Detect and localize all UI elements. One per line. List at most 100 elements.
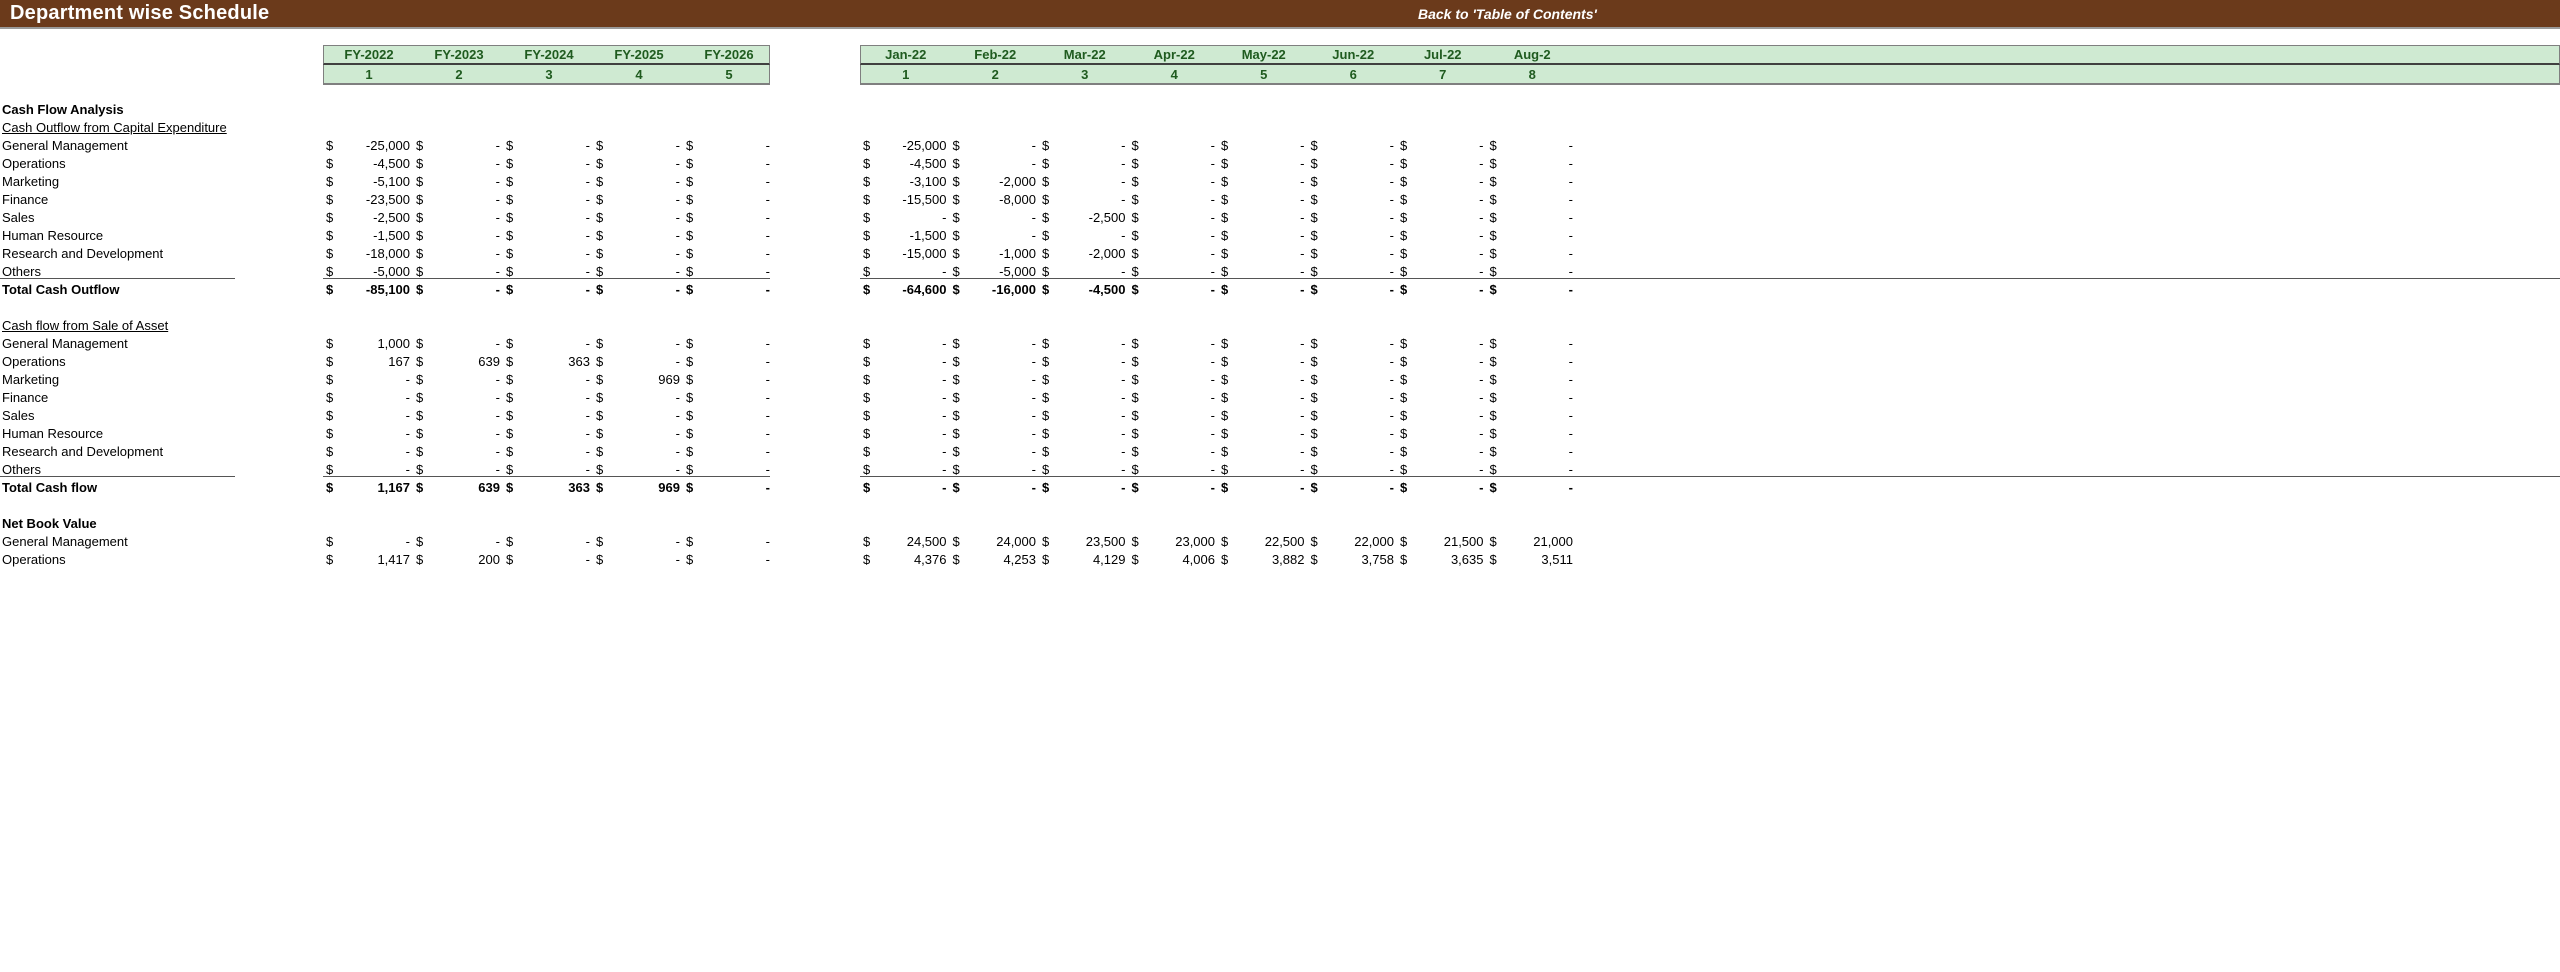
month-cell: $ - [1042,407,1132,425]
currency-symbol: $ [1042,390,1050,405]
department-label: Finance [2,390,49,405]
fy-cell: $639 [416,353,506,371]
month-cell: $ - [1221,191,1311,209]
cell-value: - [405,408,410,423]
currency-symbol: $ [506,408,514,423]
cell-value: - [405,372,410,387]
cell-value: - [1568,210,1573,225]
currency-symbol: $ [1131,390,1139,405]
cell-value: 4,006 [1182,552,1215,567]
month-cell: $ - [1042,389,1132,407]
currency-symbol: $ [863,408,871,423]
currency-symbol: $ [952,444,960,459]
month-header-label-cell: Feb-22 [974,47,1017,62]
currency-symbol: $ [1042,174,1050,189]
currency-symbol: $ [952,408,960,423]
cell-value: - [675,246,680,261]
currency-symbol: $ [1400,138,1408,153]
currency-symbol: $ [506,480,514,495]
currency-symbol: $ [1310,354,1318,369]
table-row: Net Book Value [0,515,2560,533]
table-row: Total Cash flow $1,167 $639 $363 $969 $ - $ - $ - $… [0,479,2560,497]
currency-symbol: $ [686,534,694,549]
currency-symbol: $ [1310,174,1318,189]
cell-value: 363 [568,354,590,369]
currency-symbol: $ [416,156,424,171]
currency-symbol: $ [1221,228,1229,243]
currency-symbol: $ [1489,282,1497,297]
cell-value: - [675,210,680,225]
currency-symbol: $ [416,480,424,495]
cell-value: - [1568,354,1573,369]
month-cell: $ - [1311,353,1401,371]
cell-value: - [1568,372,1573,387]
month-total-cell: $ - [1132,479,1222,497]
fy-cell: $ - [686,425,776,443]
cell-value: - [495,174,500,189]
currency-symbol: $ [506,246,514,261]
month-cell: $ - [1400,209,1490,227]
cell-value: -64,600 [902,282,947,297]
cell-value: 3,882 [1271,552,1305,567]
cell-value: - [1479,138,1484,153]
month-cell: $ - [1221,371,1311,389]
currency-symbol: $ [1489,174,1497,189]
total-label: Total Cash flow [2,480,98,495]
month-cell: $ - [1132,353,1222,371]
cell-value: - [1300,372,1305,387]
cell-value: -1,000 [999,246,1036,261]
currency-symbol: $ [1042,228,1050,243]
month-cell: $ - [1132,191,1222,209]
fy-cell: $ - [506,389,596,407]
month-cell: $ - [953,137,1043,155]
fy-total-cell: $639 [416,479,506,497]
table-row: Human Resource $ - $ - $ - $ - $ - $ - $ - $ - $ - $ - $ - $ - $ - [0,425,2560,443]
cell-value: - [585,282,590,297]
currency-symbol: $ [1489,552,1497,567]
currency-symbol: $ [326,228,334,243]
month-cell: $ - [1042,353,1132,371]
month-cell: $ - [1042,173,1132,191]
back-to-table-of-contents-link[interactable]: Back to 'Table of Contents' [1418,6,1597,22]
table-row: Research and Development $ -18,000 $ - $ - $ - $ -… [0,245,2560,263]
currency-symbol: $ [863,390,871,405]
department-label: Research and Development [2,246,164,261]
table-row: General Management $1,000 $ - $ - $ - $ - $ - $ - $ - $ -… [0,335,2560,353]
month-cell: $ - [1221,245,1311,263]
table-row: Sales $ - $ - $ - $ - $ - $ - $ - $ - $ - $ - $ - $ - $ - [0,407,2560,425]
cell-value: 1,167 [377,480,410,495]
cell-value: 639 [478,354,500,369]
currency-symbol: $ [596,192,604,207]
month-cell: $ - [863,209,953,227]
month-cell: $ - [1042,137,1132,155]
month-cell: $ - [1400,191,1490,209]
month-cell: $ - [1221,389,1311,407]
currency-symbol: $ [506,426,514,441]
cell-value: - [1300,336,1305,351]
currency-symbol: $ [1042,444,1050,459]
currency-symbol: $ [1400,336,1408,351]
currency-symbol: $ [596,444,604,459]
fy-cell: $ - [596,137,686,155]
cell-value: - [1300,426,1305,441]
currency-symbol: $ [506,444,514,459]
fy-cell: $ - [326,371,416,389]
fy-cell: $ - [416,191,506,209]
cell-value: - [765,192,770,207]
currency-symbol: $ [952,156,960,171]
fy-cell: $ -25,000 [326,137,416,155]
cell-value: - [765,156,770,171]
cell-value: - [585,534,590,549]
month-cell: $ - [1490,371,1580,389]
currency-symbol: $ [686,138,694,153]
fy-cell: $ - [686,155,776,173]
cell-value: - [1210,228,1215,243]
cell-value: - [495,390,500,405]
currency-symbol: $ [863,138,871,153]
cell-value: - [1389,138,1394,153]
currency-symbol: $ [1310,390,1318,405]
fy-cell: $ - [686,371,776,389]
month-cell: $ - [1490,191,1580,209]
cell-value: - [1210,138,1215,153]
currency-symbol: $ [1400,408,1408,423]
